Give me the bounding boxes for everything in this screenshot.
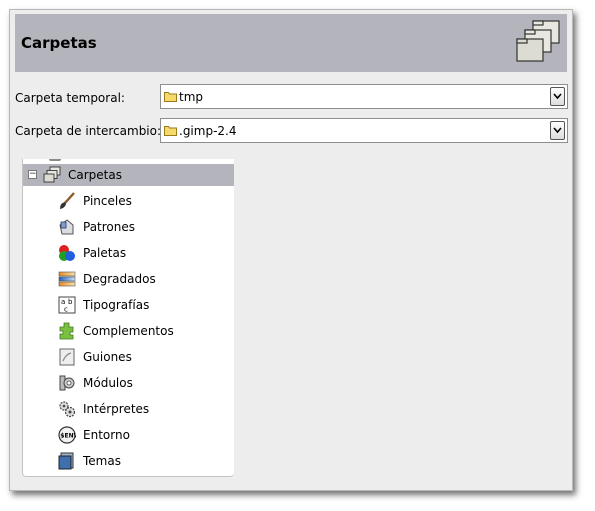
theme-icon [58,452,74,470]
tree-item-entorno[interactable]: $ENV Entorno [23,424,234,446]
tree-item-label: Tipografías [83,298,150,312]
environment-icon: $ENV [58,426,76,444]
tree-item-label: Intérpretes [83,402,150,416]
tree-item-carpetas[interactable]: − Carpetas [23,164,234,186]
tree-item-paletas[interactable]: Paletas [23,242,234,264]
swap-folder-label: Carpeta de intercambio: [15,124,162,138]
folders-icon [43,166,61,183]
svg-text:c: c [64,306,68,314]
tree-item-pinceles[interactable]: Pinceles [23,190,234,212]
collapse-expander[interactable]: − [28,170,37,179]
chevron-down-icon[interactable] [550,87,565,106]
folder-icon [164,126,177,136]
swap-folder-combo[interactable]: .gimp-2.4 [160,118,568,143]
tree-item-degradados[interactable]: Degradados [23,268,234,290]
temp-folder-label: Carpeta temporal: [15,91,125,105]
page-header: Carpetas [15,14,567,72]
tree-item-label: Pinceles [83,194,132,208]
tree-item-label: Módulos [83,376,133,390]
scroll-indicator [49,159,61,161]
tree-item-modulos[interactable]: Módulos [23,372,234,394]
tree-item-label: Degradados [83,272,156,286]
plugin-icon [59,322,74,340]
tree-item-temas[interactable]: Temas [23,450,234,472]
font-icon: a b c [58,296,76,314]
tree-item-interpretes[interactable]: Intérpretes [23,398,234,420]
svg-text:b: b [68,298,73,306]
svg-text:$ENV: $ENV [60,433,76,440]
tree-item-label: Carpetas [68,168,122,182]
tree-item-complementos[interactable]: Complementos [23,320,234,342]
preferences-tree[interactable]: − Carpetas Pinceles Patrones Paletas Deg… [22,159,234,477]
gradient-icon [58,271,76,287]
tree-item-label: Entorno [83,428,130,442]
module-icon [59,375,75,391]
temp-folder-combo[interactable]: tmp [160,84,568,109]
interpreter-icon [59,401,76,418]
pattern-icon [59,219,74,235]
preferences-window: Carpetas Carpeta temporal: tmp Carpeta d… [9,9,573,491]
swap-folder-value: .gimp-2.4 [179,124,237,138]
folders-icon [516,20,560,62]
tree-item-label: Paletas [83,246,127,260]
page-title: Carpetas [21,34,97,52]
tree-item-label: Patrones [83,220,136,234]
tree-item-guiones[interactable]: Guiones [23,346,234,368]
tree-item-tipografias[interactable]: a b c Tipografías [23,294,234,316]
script-icon [59,348,75,366]
tree-item-label: Complementos [83,324,174,338]
brush-icon [60,192,75,209]
chevron-down-icon[interactable] [550,121,565,140]
tree-item-label: Guiones [83,350,132,364]
temp-folder-value: tmp [179,90,204,104]
palette-icon [59,245,75,261]
folder-icon [164,92,177,102]
tree-item-patrones[interactable]: Patrones [23,216,234,238]
tree-item-label: Temas [83,454,121,468]
